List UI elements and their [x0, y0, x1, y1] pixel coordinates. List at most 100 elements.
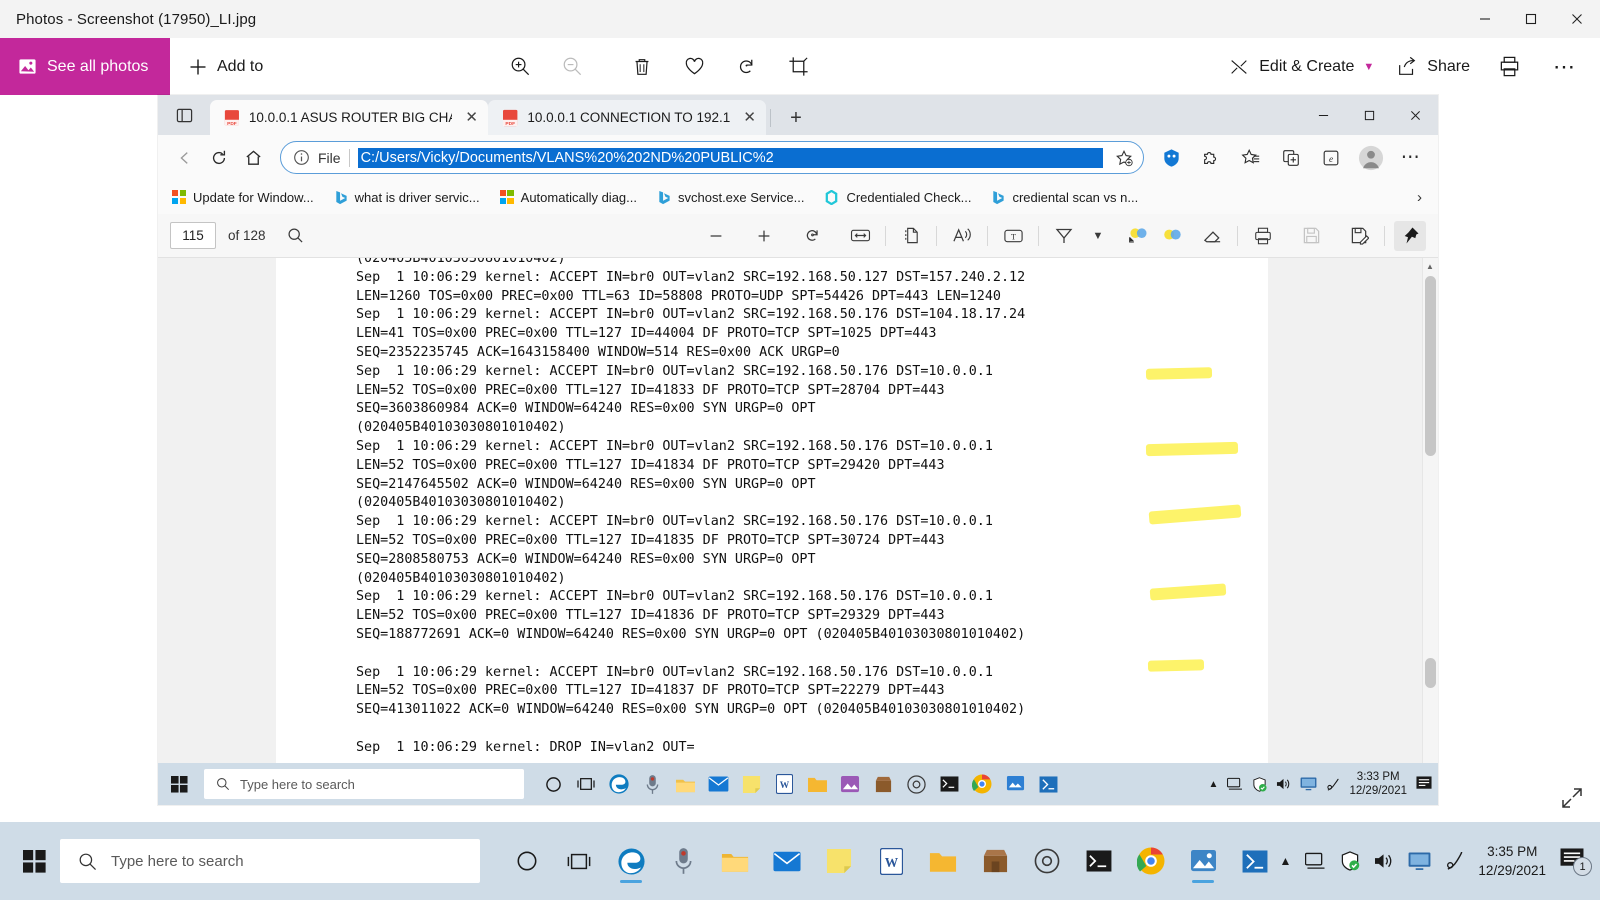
rotate-icon[interactable]: [729, 50, 763, 84]
refresh-icon[interactable]: [202, 141, 236, 175]
folder-icon[interactable]: [920, 835, 966, 887]
see-all-photos-button[interactable]: See all photos: [0, 38, 170, 95]
maximize-icon[interactable]: [1346, 95, 1392, 135]
address-input[interactable]: C:/Users/Vicky/Documents/VLANS%20%202ND%…: [357, 147, 1103, 168]
network-icon[interactable]: [1305, 852, 1326, 870]
draw-pen-icon[interactable]: [1048, 221, 1080, 251]
photos-icon[interactable]: [1180, 835, 1226, 887]
terminal-icon[interactable]: [1076, 835, 1122, 887]
chevron-down-icon[interactable]: ▼: [1363, 61, 1374, 73]
highlighter-icon[interactable]: [1122, 221, 1154, 251]
home-icon[interactable]: [236, 141, 270, 175]
eraser-icon[interactable]: [1196, 221, 1228, 251]
edge-icon[interactable]: [608, 835, 654, 887]
minimize-icon[interactable]: [1300, 95, 1346, 135]
close-icon[interactable]: [1554, 0, 1600, 38]
bookmark-item-5[interactable]: crediental scan vs n...: [991, 190, 1138, 205]
volume-icon[interactable]: [1276, 777, 1291, 791]
word-icon[interactable]: W: [868, 835, 914, 887]
store-icon[interactable]: [972, 835, 1018, 887]
maximize-icon[interactable]: [1508, 0, 1554, 38]
tab-search-icon[interactable]: [158, 95, 210, 135]
security-icon[interactable]: [1252, 776, 1267, 792]
bookmark-item-4[interactable]: Credentialed Check...: [824, 189, 971, 205]
print-icon[interactable]: [1247, 221, 1279, 251]
taskbar-search-box[interactable]: Type here to search: [204, 769, 524, 799]
show-hidden-icon[interactable]: ▲: [1280, 854, 1292, 868]
zoom-out-icon[interactable]: [555, 50, 589, 84]
taskbar-search-box[interactable]: Type here to search: [60, 839, 480, 883]
read-aloud-icon[interactable]: [946, 221, 978, 251]
add-text-icon[interactable]: T: [997, 221, 1029, 251]
scrollbar-thumb-secondary[interactable]: [1425, 658, 1436, 688]
tab-close-icon[interactable]: ✕: [465, 110, 478, 125]
pdf-scrollbar[interactable]: ▲ ▼: [1422, 258, 1438, 788]
cortana-icon[interactable]: [538, 767, 568, 801]
ie-mode-icon[interactable]: e: [1314, 141, 1348, 175]
sticky-notes-icon[interactable]: [816, 835, 862, 887]
back-arrow-icon[interactable]: [168, 141, 202, 175]
highlighter-color-icon[interactable]: [1156, 221, 1188, 251]
paint-icon[interactable]: [1000, 767, 1030, 801]
bookmark-item-0[interactable]: Update for Window...: [172, 190, 314, 205]
chrome-icon[interactable]: [967, 767, 997, 801]
minimize-icon[interactable]: [1462, 0, 1508, 38]
crop-icon[interactable]: [781, 50, 815, 84]
collections-icon[interactable]: [1274, 141, 1308, 175]
show-hidden-icon[interactable]: ▲: [1209, 779, 1219, 790]
action-center-icon[interactable]: [1416, 776, 1432, 792]
powershell-icon[interactable]: [1232, 835, 1278, 887]
print-icon[interactable]: [1492, 50, 1526, 84]
add-to-button[interactable]: Add to: [188, 57, 263, 77]
save-icon[interactable]: [1295, 221, 1327, 251]
expand-icon[interactable]: [1560, 786, 1586, 812]
save-as-icon[interactable]: [1343, 221, 1375, 251]
powershell-icon[interactable]: [1033, 767, 1063, 801]
add-favorite-icon[interactable]: [1111, 145, 1137, 171]
folder-icon[interactable]: [802, 767, 832, 801]
tab-close-icon[interactable]: ✕: [743, 110, 756, 125]
edge-icon[interactable]: [604, 767, 634, 801]
fit-to-width-icon[interactable]: [844, 221, 876, 251]
settings-more-icon[interactable]: ⋯: [1394, 141, 1428, 175]
photos-icon[interactable]: [835, 767, 865, 801]
rotate-icon[interactable]: [796, 221, 828, 251]
media-icon[interactable]: [1024, 835, 1070, 887]
edit-create-button[interactable]: Edit & Create ▼: [1228, 56, 1374, 78]
display-icon[interactable]: [1408, 851, 1431, 871]
file-explorer-icon[interactable]: [712, 835, 758, 887]
start-icon[interactable]: [164, 767, 194, 801]
chevron-down-icon[interactable]: ▼: [1082, 221, 1114, 251]
cortana-icon[interactable]: [504, 835, 550, 887]
word-icon[interactable]: W: [769, 767, 799, 801]
zoom-in-icon[interactable]: [503, 50, 537, 84]
trash-icon[interactable]: [625, 50, 659, 84]
bookmark-item-2[interactable]: Automatically diag...: [499, 190, 637, 205]
sticky-notes-icon[interactable]: [736, 767, 766, 801]
chrome-icon[interactable]: [1128, 835, 1174, 887]
close-icon[interactable]: [1392, 95, 1438, 135]
zoom-out-icon[interactable]: [700, 221, 732, 251]
bookmark-item-3[interactable]: svchost.exe Service...: [657, 190, 804, 205]
browser-tab-0[interactable]: PDF 10.0.0.1 ASUS ROUTER BIG CHAN ✕: [210, 100, 488, 135]
heart-icon[interactable]: [677, 50, 711, 84]
volume-icon[interactable]: [1374, 852, 1394, 870]
more-options-icon[interactable]: ⋯: [1548, 50, 1582, 84]
pin-icon[interactable]: [1394, 220, 1426, 251]
recorder-icon[interactable]: [637, 767, 667, 801]
display-icon[interactable]: [1300, 777, 1317, 791]
bookmarks-overflow-icon[interactable]: ›: [1417, 189, 1422, 206]
task-view-icon[interactable]: [556, 835, 602, 887]
new-tab-button[interactable]: +: [779, 101, 813, 135]
address-bar[interactable]: File C:/Users/Vicky/Documents/VLANS%20%2…: [280, 141, 1144, 174]
store-icon[interactable]: [868, 767, 898, 801]
file-explorer-icon[interactable]: [670, 767, 700, 801]
mail-icon[interactable]: [703, 767, 733, 801]
network-icon[interactable]: [1227, 777, 1243, 791]
start-icon[interactable]: [8, 831, 60, 891]
pen-icon[interactable]: [1445, 851, 1464, 871]
mail-icon[interactable]: [764, 835, 810, 887]
scroll-up-arrow-icon[interactable]: ▲: [1422, 258, 1438, 274]
media-icon[interactable]: [901, 767, 931, 801]
zoom-in-icon[interactable]: [748, 221, 780, 251]
